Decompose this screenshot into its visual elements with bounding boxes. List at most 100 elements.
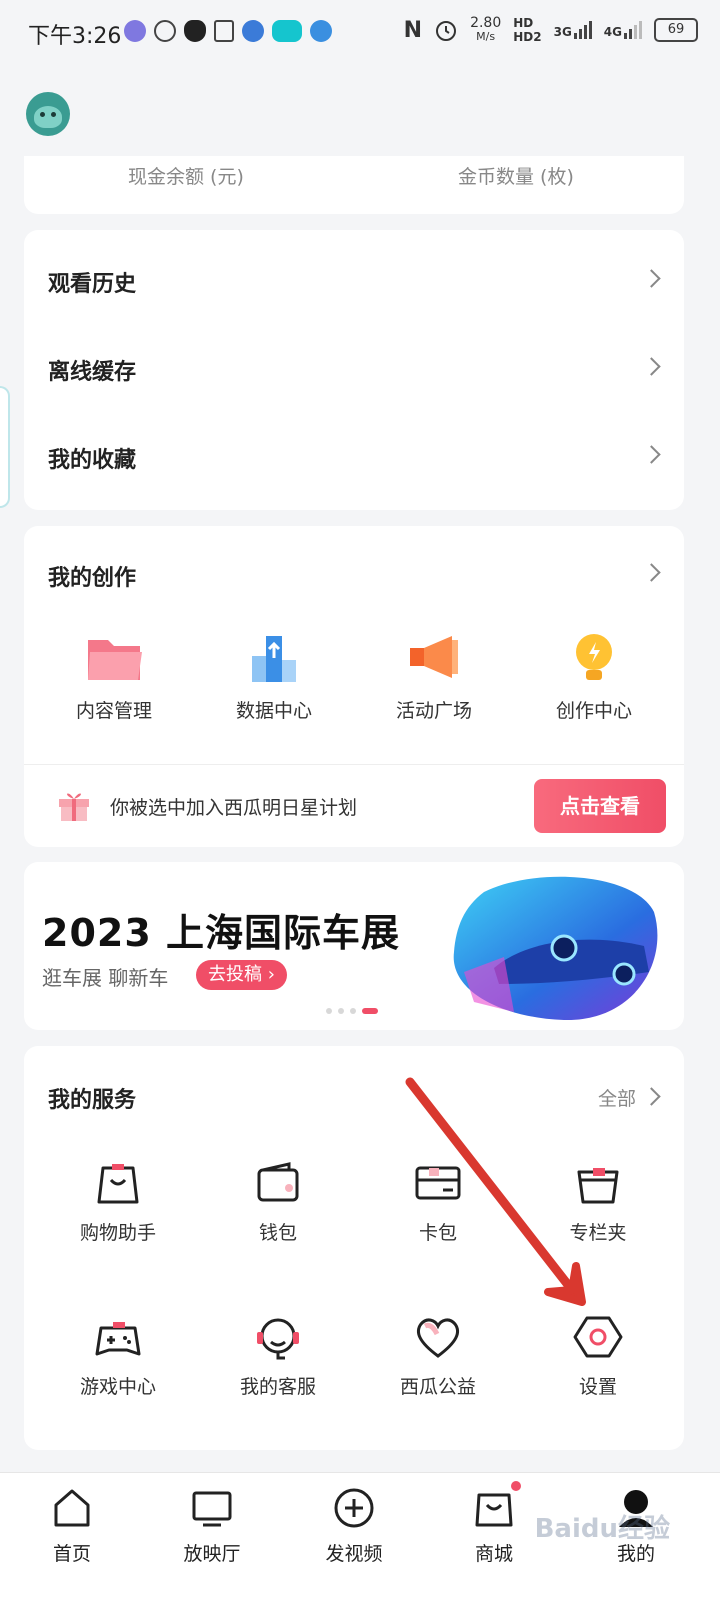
service-label: 西瓜公益 <box>399 1376 476 1398</box>
star-plan-notice: 你被选中加入西瓜明日星计划 点击查看 <box>24 764 684 847</box>
status-time: 下午3:26 <box>28 24 122 49</box>
service-label: 设置 <box>578 1376 617 1398</box>
service-label: 购物助手 <box>79 1222 156 1244</box>
menu-row-offline-cache[interactable]: 离线缓存 <box>24 326 684 414</box>
creation-item-creator-center[interactable]: 创作中心 <box>514 630 674 723</box>
lightbulb-icon <box>564 630 624 686</box>
menu-card: 观看历史 离线缓存 我的收藏 <box>24 230 684 510</box>
megaphone-icon <box>404 630 464 686</box>
creation-item-label: 活动广场 <box>395 700 472 722</box>
carousel-indicator <box>326 1008 378 1014</box>
message-icon <box>154 20 176 42</box>
banner-title: 2023 上海国际车展 <box>42 911 400 955</box>
gift-icon <box>59 793 89 821</box>
signal-3g: 3G <box>554 21 592 39</box>
service-customer-service[interactable]: 我的客服 <box>198 1312 358 1399</box>
creation-item-activity-plaza[interactable]: 活动广场 <box>354 630 514 723</box>
wallet-icon <box>253 1158 303 1208</box>
tab-cinema[interactable]: 放映厅 <box>152 1487 272 1566</box>
tab-post-video[interactable]: 发视频 <box>294 1487 414 1566</box>
service-shopping-assistant[interactable]: 购物助手 <box>38 1158 198 1245</box>
net-speed: 2.80 M/s <box>470 15 502 43</box>
service-label: 我的客服 <box>239 1376 316 1398</box>
chevron-right-icon <box>642 563 661 582</box>
creation-header[interactable]: 我的创作 <box>24 532 684 620</box>
chevron-right-icon <box>642 445 661 464</box>
side-float-tab[interactable] <box>0 386 10 508</box>
browser-icon <box>242 20 264 42</box>
tab-label: 放映厅 <box>183 1543 241 1565</box>
menu-label: 离线缓存 <box>48 360 137 385</box>
chevron-right-icon <box>642 1087 661 1106</box>
creation-card: 我的创作 内容管理 数据中心 活动广场 创作中心 <box>24 526 684 764</box>
status-right: N 2.80 M/s HD HD2 3G 4G 69 <box>404 16 698 44</box>
service-settings[interactable]: 设置 <box>518 1312 678 1399</box>
notification-icons <box>124 20 332 42</box>
notification-dot <box>511 1481 521 1491</box>
services-all-link[interactable]: 全部 <box>598 1084 636 1111</box>
baidu-watermark: Baidu经验 <box>534 1514 670 1544</box>
signal-4g: 4G <box>604 21 642 39</box>
menu-row-favorites[interactable]: 我的收藏 <box>24 414 684 502</box>
tv-icon <box>191 1487 233 1529</box>
service-card-wallet[interactable]: 卡包 <box>358 1158 518 1245</box>
services-card: 我的服务 全部 购物助手 钱包 卡包 专栏夹 游戏中心 我的客服 西瓜公益 设置 <box>24 1046 684 1450</box>
view-now-button[interactable]: 点击查看 <box>534 779 666 833</box>
service-label: 卡包 <box>418 1222 457 1244</box>
chevron-right-icon <box>642 269 661 288</box>
bag-icon <box>473 1481 521 1529</box>
service-wallet[interactable]: 钱包 <box>198 1158 358 1245</box>
hotspot-icon <box>310 20 332 42</box>
submit-tag-button[interactable]: 去投稿 › <box>196 960 287 990</box>
tab-label: 发视频 <box>325 1543 383 1565</box>
service-label: 专栏夹 <box>569 1222 627 1244</box>
service-charity[interactable]: 西瓜公益 <box>358 1312 518 1399</box>
service-label: 游戏中心 <box>79 1376 156 1398</box>
creation-title: 我的创作 <box>48 566 137 591</box>
banner-car-image <box>444 872 664 1022</box>
hd-indicator: HD HD2 <box>513 16 542 44</box>
notice-text: 你被选中加入西瓜明日星计划 <box>110 797 358 819</box>
home-icon <box>51 1487 93 1529</box>
creation-item-content-management[interactable]: 内容管理 <box>34 630 194 723</box>
nfc-icon: N <box>403 17 423 43</box>
service-column-folder[interactable]: 专栏夹 <box>518 1158 678 1245</box>
headset-icon <box>253 1312 303 1362</box>
service-game-center[interactable]: 游戏中心 <box>38 1312 198 1399</box>
tap-icon <box>272 20 302 42</box>
account-balance-card: 现金余额 (元) 金币数量 (枚) <box>24 156 684 214</box>
tab-home[interactable]: 首页 <box>12 1487 132 1566</box>
bar-chart-icon <box>244 630 304 686</box>
heart-icon <box>413 1312 463 1362</box>
qq-icon <box>184 20 206 42</box>
menu-row-watch-history[interactable]: 观看历史 <box>24 238 684 326</box>
cash-balance-label[interactable]: 现金余额 (元) <box>128 162 244 189</box>
creation-item-label: 内容管理 <box>75 700 152 722</box>
avatar[interactable] <box>26 92 70 136</box>
coin-count-label[interactable]: 金币数量 (枚) <box>458 162 574 189</box>
shopping-bag-icon <box>93 1158 143 1208</box>
folder-icon <box>84 630 144 686</box>
alarm-icon <box>436 21 457 41</box>
settings-icon <box>573 1312 623 1362</box>
status-bar: 下午3:26 N 2.80 M/s HD HD2 3G 4G 69 <box>0 0 720 66</box>
card-icon <box>413 1158 463 1208</box>
service-label: 钱包 <box>258 1222 297 1244</box>
creation-item-label: 数据中心 <box>235 700 312 722</box>
plus-circle-icon <box>333 1487 375 1529</box>
creation-item-data-center[interactable]: 数据中心 <box>194 630 354 723</box>
banner-subtitle: 逛车展 聊新车 <box>42 966 169 990</box>
services-title: 我的服务 <box>48 1088 137 1113</box>
calendar-icon <box>214 20 234 42</box>
chevron-right-icon <box>642 357 661 376</box>
battery-indicator: 69 <box>654 18 698 42</box>
creation-item-label: 创作中心 <box>555 700 632 722</box>
creation-grid: 内容管理 数据中心 活动广场 创作中心 <box>34 630 694 723</box>
menu-label: 观看历史 <box>48 272 137 297</box>
auto-show-banner[interactable]: 2023 上海国际车展 逛车展 聊新车 去投稿 › <box>24 862 684 1030</box>
gamepad-icon <box>93 1312 143 1362</box>
basket-icon <box>573 1158 623 1208</box>
menu-label: 我的收藏 <box>48 448 137 473</box>
app-icon <box>124 20 146 42</box>
tab-label: 首页 <box>52 1543 91 1565</box>
